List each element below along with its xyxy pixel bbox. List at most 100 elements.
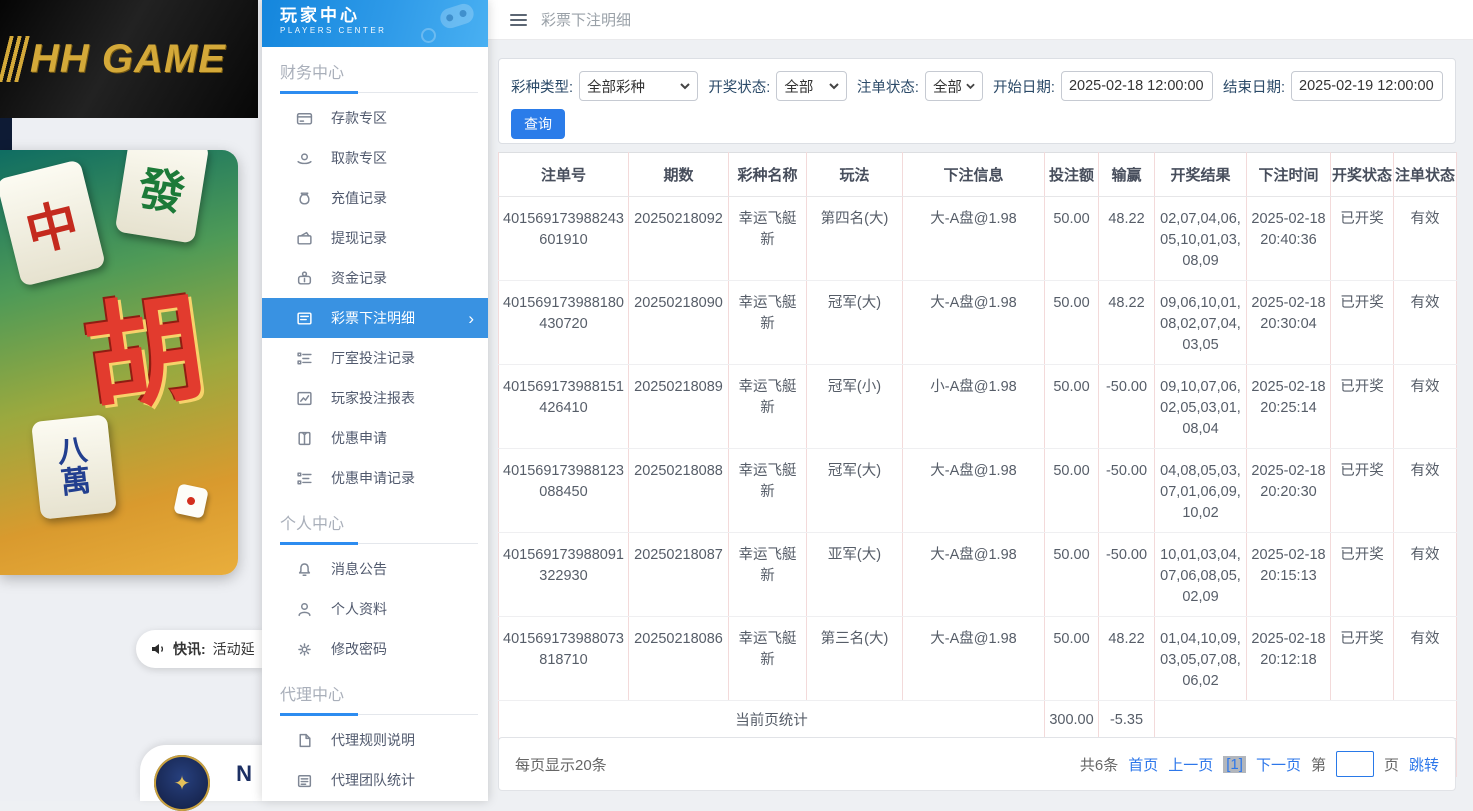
table-cell: 2025-02-18 20:30:04	[1247, 281, 1331, 365]
table-cell: 401569173988123088450	[499, 449, 629, 533]
main-content: 彩票下注明细 彩种类型: 全部彩种 开奖状态: 全部 注单状态: 全部 开始日期…	[488, 0, 1473, 801]
sidebar-nav: 财务中心存款专区取款专区充值记录提现记录资金记录彩票下注明细› 厅室投注记录玩家投…	[262, 59, 488, 800]
recharge-record-icon	[296, 190, 313, 207]
column-header: 注单状态	[1394, 153, 1457, 197]
sidebar-item-label: 代理规则说明	[331, 730, 415, 750]
summary-winloss: -5.35	[1099, 701, 1155, 739]
sidebar-item-deposit[interactable]: 存款专区	[262, 98, 488, 138]
table-cell: 01,04,10,09,03,05,07,08,06,02	[1155, 617, 1247, 701]
promo-card-text: N	[236, 761, 252, 787]
sidebar-item-promo-apply[interactable]: 优惠申请	[262, 418, 488, 458]
table-cell: -50.00	[1099, 449, 1155, 533]
lottery-type-select[interactable]: 全部彩种	[579, 71, 698, 101]
sidebar-item-label: 存款专区	[331, 108, 387, 128]
column-header: 期数	[629, 153, 729, 197]
table-cell: 幸运飞艇新	[729, 197, 807, 281]
jump-link[interactable]: 跳转	[1409, 754, 1439, 775]
sidebar-item-funds-record[interactable]: 资金记录	[262, 258, 488, 298]
sidebar-item-agent-team-stats[interactable]: 代理团队统计	[262, 760, 488, 800]
chevron-down-icon	[829, 81, 839, 91]
summary-amount: 300.00	[1045, 701, 1099, 739]
table-row: 40156917398818043072020250218090幸运飞艇新冠军(…	[499, 281, 1457, 365]
table-cell: 第四名(大)	[807, 197, 903, 281]
column-header: 输赢	[1099, 153, 1155, 197]
sidebar-item-withdraw[interactable]: 取款专区	[262, 138, 488, 178]
table-cell: 冠军(大)	[807, 449, 903, 533]
table-cell: 2025-02-18 20:15:13	[1247, 533, 1331, 617]
table-cell: 亚军(大)	[807, 533, 903, 617]
table-cell: 幸运飞艇新	[729, 533, 807, 617]
table-cell: 401569173988243601910	[499, 197, 629, 281]
table-cell: 20250218090	[629, 281, 729, 365]
table-cell: 有效	[1394, 365, 1457, 449]
sidebar-item-hall-bet-record[interactable]: 厅室投注记录	[262, 338, 488, 378]
table-cell: 09,06,10,01,08,02,07,04,03,05	[1155, 281, 1247, 365]
sidebar-item-label: 优惠申请记录	[331, 468, 415, 488]
table-cell: 09,10,07,06,02,05,03,01,08,04	[1155, 365, 1247, 449]
sidebar-item-player-bet-report[interactable]: 玩家投注报表	[262, 378, 488, 418]
order-status-select[interactable]: 全部	[925, 71, 983, 101]
news-ticker: 快讯: 活动延	[136, 630, 262, 668]
table-cell: 20250218087	[629, 533, 729, 617]
menu-toggle-icon[interactable]	[510, 14, 527, 26]
mahjong-tile: 發	[115, 150, 210, 244]
table-cell: 50.00	[1045, 365, 1099, 449]
next-page-link[interactable]: 下一页	[1256, 754, 1301, 775]
current-page[interactable]: [1]	[1223, 756, 1246, 773]
profile-icon	[296, 601, 313, 618]
table-cell: 有效	[1394, 449, 1457, 533]
order-status-label: 注单状态:	[857, 76, 919, 97]
prev-page-link[interactable]: 上一页	[1168, 754, 1213, 775]
table-cell: 20250218088	[629, 449, 729, 533]
sidebar-item-promo-apply-record[interactable]: 优惠申请记录	[262, 458, 488, 498]
table-cell: 大-A盘@1.98	[903, 617, 1045, 701]
sidebar-item-label: 取款专区	[331, 148, 387, 168]
sidebar-item-label: 玩家投注报表	[331, 388, 415, 408]
section-title: 个人中心	[280, 510, 470, 534]
lottery-type-label: 彩种类型:	[511, 76, 573, 97]
withdraw-icon	[296, 150, 313, 167]
column-header: 下注信息	[903, 153, 1045, 197]
promo-character: 胡	[73, 251, 214, 437]
table-cell: 幸运飞艇新	[729, 281, 807, 365]
table-cell: 20250218092	[629, 197, 729, 281]
sidebar-item-withdrawal-record[interactable]: 提现记录	[262, 218, 488, 258]
sidebar-item-profile[interactable]: 个人资料	[262, 589, 488, 629]
sidebar-subtitle: PLAYERS CENTER	[280, 26, 488, 35]
agent-team-stats-icon	[296, 772, 313, 789]
jump-suffix: 页	[1384, 754, 1399, 775]
table-cell: 48.22	[1099, 617, 1155, 701]
team-logo: ✦	[154, 755, 210, 811]
sidebar-item-label: 资金记录	[331, 268, 387, 288]
sidebar-item-change-password[interactable]: 修改密码	[262, 629, 488, 669]
table-row: 40156917398809132293020250218087幸运飞艇新亚军(…	[499, 533, 1457, 617]
start-date-label: 开始日期:	[993, 76, 1055, 97]
table-cell: 48.22	[1099, 197, 1155, 281]
table-cell: 幸运飞艇新	[729, 449, 807, 533]
promo-banner: 中 發 胡 八萬	[0, 150, 238, 575]
sidebar-item-agent-rules[interactable]: 代理规则说明	[262, 720, 488, 760]
sidebar-item-lottery-bet-detail[interactable]: 彩票下注明细›	[262, 298, 488, 338]
search-button[interactable]: 查询	[511, 109, 565, 139]
table-cell: 已开奖	[1331, 197, 1394, 281]
sidebar-item-label: 提现记录	[331, 228, 387, 248]
column-header: 彩种名称	[729, 153, 807, 197]
start-date-input[interactable]	[1061, 71, 1213, 101]
first-page-link[interactable]: 首页	[1128, 754, 1158, 775]
section-title: 财务中心	[280, 59, 470, 83]
page-jump-input[interactable]	[1336, 751, 1374, 777]
column-header: 开奖状态	[1331, 153, 1394, 197]
table-cell: 2025-02-18 20:40:36	[1247, 197, 1331, 281]
section-divider	[262, 542, 488, 545]
table-cell: 冠军(小)	[807, 365, 903, 449]
table-cell: 有效	[1394, 617, 1457, 701]
sidebar-item-message[interactable]: 消息公告	[262, 549, 488, 589]
sidebar-item-recharge-record[interactable]: 充值记录	[262, 178, 488, 218]
table-cell: 大-A盘@1.98	[903, 533, 1045, 617]
table-cell: 幸运飞艇新	[729, 617, 807, 701]
table-cell: 冠军(大)	[807, 281, 903, 365]
end-date-input[interactable]	[1291, 71, 1443, 101]
sidebar-item-label: 厅室投注记录	[331, 348, 415, 368]
table-cell: 50.00	[1045, 197, 1099, 281]
draw-status-select[interactable]: 全部	[776, 71, 847, 101]
